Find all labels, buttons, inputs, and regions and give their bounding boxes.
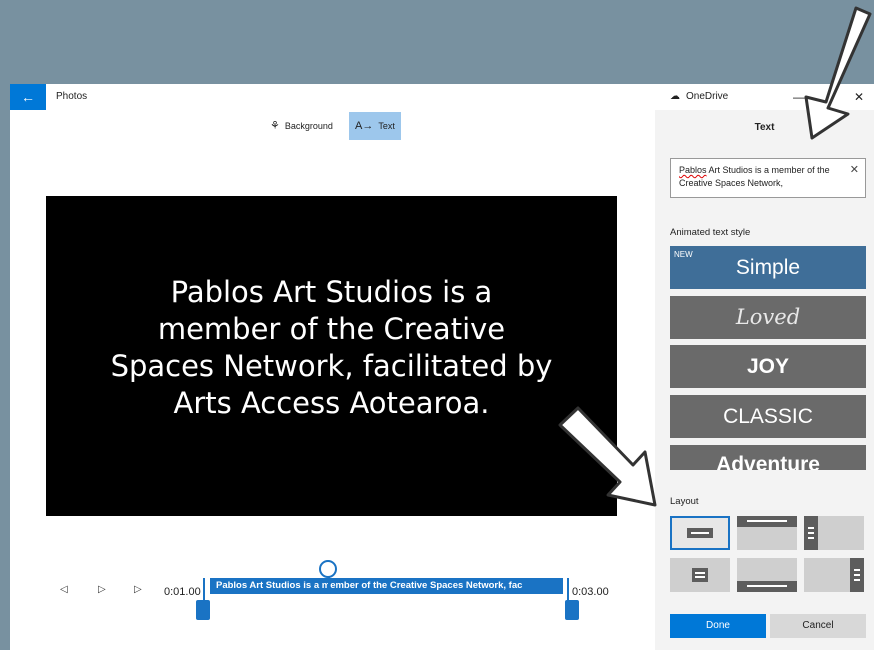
annotation-arrows bbox=[558, 6, 872, 507]
arrow-down-left-top bbox=[804, 6, 872, 140]
arrow-down-right-mid bbox=[558, 406, 657, 507]
